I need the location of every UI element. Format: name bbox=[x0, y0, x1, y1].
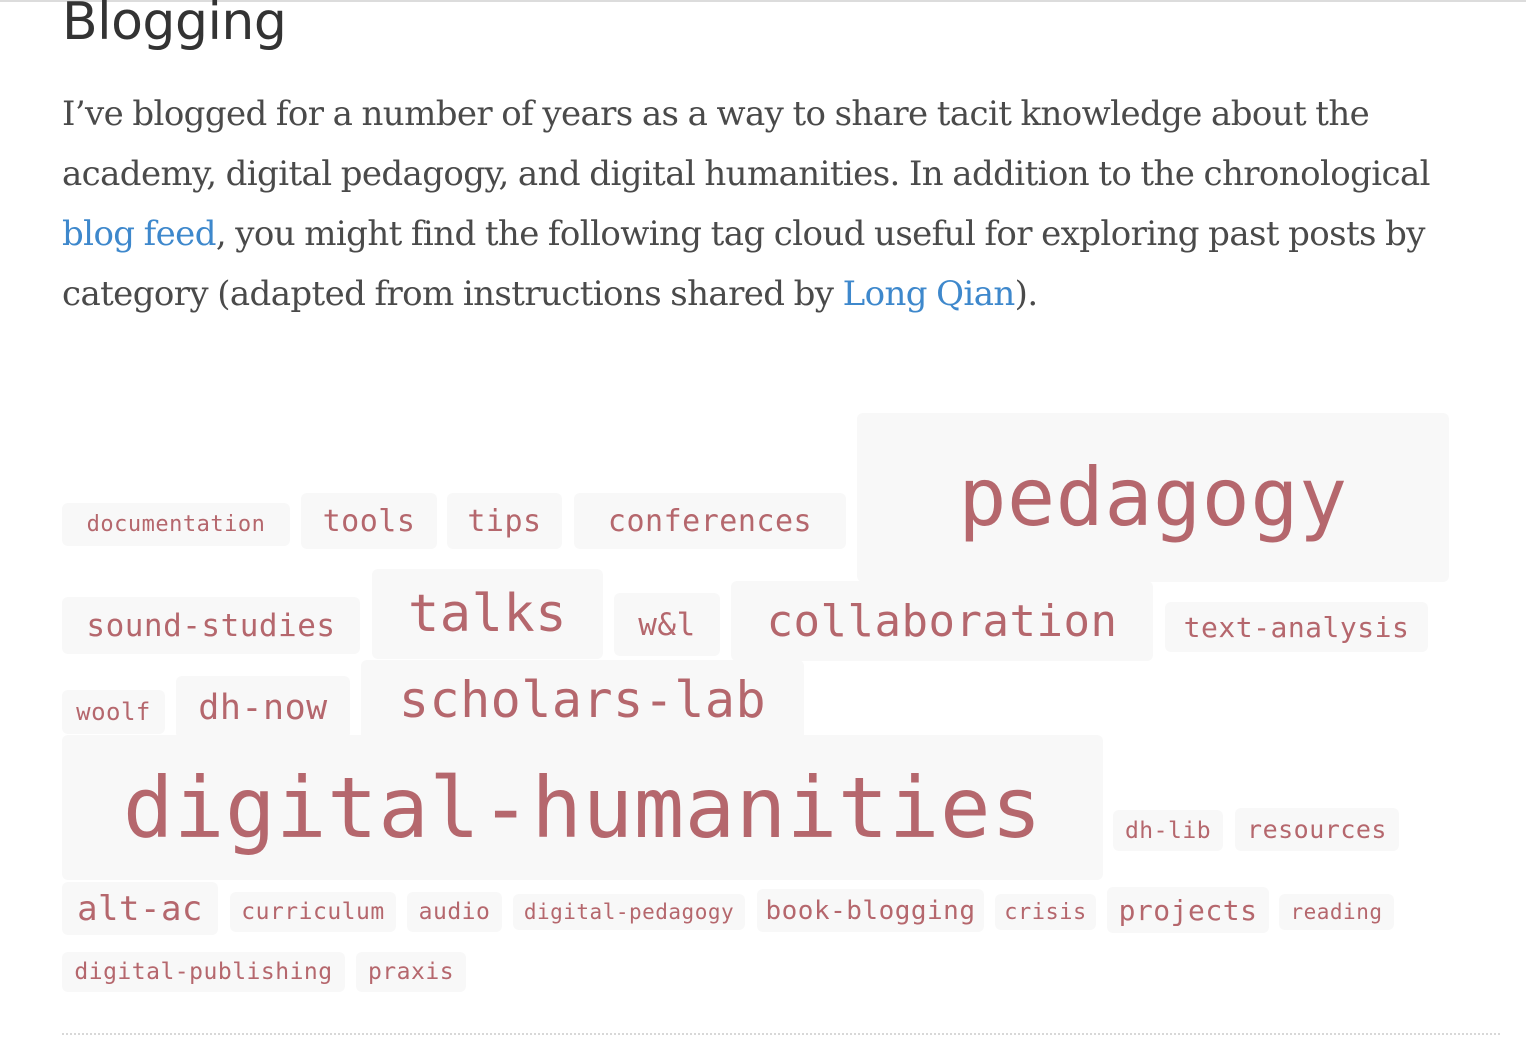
tag-dh-now[interactable]: dh-now bbox=[176, 676, 350, 739]
tag-sound-studies[interactable]: sound-studies bbox=[62, 597, 360, 654]
tag-curriculum[interactable]: curriculum bbox=[230, 892, 396, 932]
tag-crisis[interactable]: crisis bbox=[995, 894, 1096, 930]
tag-cloud: documentation tools tips conferences ped… bbox=[0, 0, 1526, 1058]
tag-text-analysis[interactable]: text-analysis bbox=[1165, 602, 1428, 652]
tag-w-and-l[interactable]: w&l bbox=[614, 593, 720, 656]
tag-documentation[interactable]: documentation bbox=[62, 503, 290, 546]
tag-tips[interactable]: tips bbox=[447, 493, 562, 549]
tag-book-blogging[interactable]: book-blogging bbox=[757, 889, 984, 932]
tag-projects[interactable]: projects bbox=[1107, 887, 1269, 933]
tag-digital-pedagogy[interactable]: digital-pedagogy bbox=[513, 894, 745, 930]
tag-dh-lib[interactable]: dh-lib bbox=[1113, 810, 1223, 851]
tag-praxis[interactable]: praxis bbox=[356, 952, 466, 992]
tag-digital-publishing[interactable]: digital-publishing bbox=[62, 952, 345, 992]
tag-collaboration[interactable]: collaboration bbox=[731, 581, 1153, 661]
section-divider bbox=[62, 1033, 1500, 1035]
tag-digital-humanities[interactable]: digital-humanities bbox=[62, 735, 1103, 880]
tag-resources[interactable]: resources bbox=[1235, 808, 1399, 851]
tag-audio[interactable]: audio bbox=[407, 892, 502, 932]
tag-talks[interactable]: talks bbox=[372, 569, 603, 659]
tag-scholars-lab[interactable]: scholars-lab bbox=[361, 660, 804, 740]
tag-conferences[interactable]: conferences bbox=[574, 493, 846, 549]
tag-reading[interactable]: reading bbox=[1279, 894, 1394, 930]
tag-woolf[interactable]: woolf bbox=[62, 690, 165, 734]
tag-tools[interactable]: tools bbox=[301, 493, 437, 549]
tag-pedagogy[interactable]: pedagogy bbox=[857, 413, 1449, 582]
tag-alt-ac[interactable]: alt-ac bbox=[62, 882, 218, 935]
